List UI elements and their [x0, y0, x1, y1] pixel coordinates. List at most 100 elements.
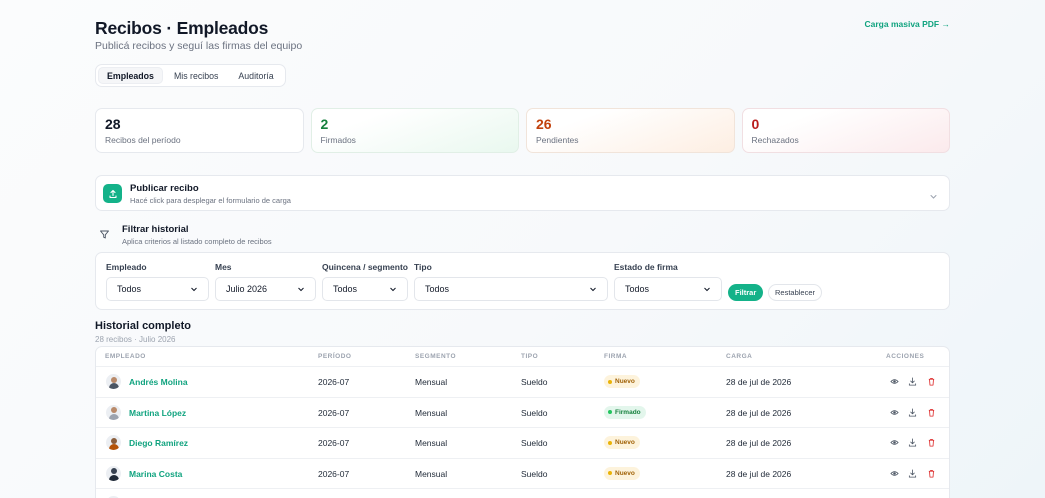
publish-receipt-panel[interactable]: Publicar recibo Hacé click para desplega… [95, 175, 950, 211]
chevron-down-icon [390, 287, 396, 292]
stat-label: Pendientes [536, 135, 579, 145]
type-cell: Sueldo [521, 438, 548, 448]
trash-icon[interactable] [925, 467, 938, 480]
history-table: EMPLEADO PERÍODO SEGMENTO TIPO FIRMA CAR… [95, 346, 950, 498]
table-row [96, 489, 949, 498]
filter-label-status: Estado de firma [614, 262, 678, 272]
stat-card-total: 28 Recibos del período [95, 108, 304, 153]
column-header-type: TIPO [521, 353, 539, 360]
history-subtitle: 28 recibos · Julio 2026 [95, 335, 176, 344]
eye-icon[interactable] [888, 436, 901, 449]
type-select[interactable]: Todos [414, 277, 608, 301]
avatar [106, 465, 121, 481]
stat-label: Recibos del período [105, 135, 181, 145]
select-value: Todos [333, 284, 358, 294]
table-row: Diego Ramírez 2026-07 Mensual Sueldo Nue… [96, 428, 949, 459]
period-cell: 2026-07 [318, 438, 350, 448]
status-badge: Nuevo [604, 466, 640, 480]
tab-empleados[interactable]: Empleados [98, 67, 163, 84]
status-badge: Nuevo [604, 436, 640, 449]
segment-cell: Mensual [415, 377, 448, 387]
upload-date-cell: 28 de jul de 2026 [726, 468, 792, 479]
upload-date-cell: 28 de jul de 2026 [726, 407, 792, 418]
filter-label-employee: Empleado [106, 262, 147, 272]
stat-value: 26 [536, 116, 552, 132]
eye-icon[interactable] [888, 406, 901, 419]
period-cell: 2026-07 [318, 468, 350, 479]
eye-icon[interactable] [888, 467, 901, 480]
bulk-upload-link[interactable]: Carga masiva PDF → [864, 19, 950, 29]
column-header-employee: EMPLEADO [105, 353, 146, 360]
select-value: Todos [425, 284, 450, 294]
trash-icon[interactable] [925, 436, 938, 449]
employee-select[interactable]: Todos [106, 277, 209, 301]
select-value: Todos [625, 284, 650, 294]
tab-mis-recibos[interactable]: Mis recibos [165, 67, 227, 84]
tab-bar: Empleados Mis recibos Auditoría [95, 64, 286, 87]
download-icon[interactable] [906, 375, 919, 388]
type-cell: Sueldo [521, 468, 548, 479]
page-title: Recibos · Empleados [95, 18, 269, 38]
table-row: Andrés Molina 2026-07 Mensual Sueldo Nue… [96, 367, 949, 398]
stat-value: 28 [105, 116, 121, 132]
stat-card-pending: 26 Pendientes [526, 108, 735, 153]
employee-name-link[interactable]: Diego Ramírez [129, 438, 188, 448]
page-subtitle: Publicá recibos y seguí las firmas del e… [95, 40, 303, 52]
stat-card-rejected: 0 Rechazados [741, 108, 950, 153]
history-title: Historial completo [95, 320, 191, 332]
employee-name-link[interactable]: Marina Costa [129, 469, 182, 479]
publish-title: Publicar recibo [130, 183, 199, 194]
chevron-down-icon [298, 287, 304, 292]
employee-name-link[interactable]: Andrés Molina [129, 377, 188, 387]
type-cell: Sueldo [521, 407, 548, 418]
status-select[interactable]: Todos [614, 277, 722, 301]
filter-button[interactable]: Filtrar [728, 284, 764, 301]
column-header-segment: SEGMENTO [415, 353, 457, 360]
avatar [106, 404, 121, 420]
stat-value: 2 [320, 116, 329, 132]
column-header-actions: ACCIONES [886, 353, 925, 360]
trash-icon[interactable] [925, 375, 938, 388]
upload-date-cell: 28 de jul de 2026 [726, 377, 792, 387]
type-cell: Sueldo [521, 377, 548, 387]
status-badge: Firmado [604, 405, 646, 419]
chevron-down-icon [704, 287, 710, 292]
download-icon[interactable] [906, 406, 919, 419]
table-row: Martina López 2026-07 Mensual Sueldo Fir… [96, 398, 949, 428]
stat-card-signed: 2 Firmados [310, 108, 519, 153]
filter-label-month: Mes [215, 262, 232, 272]
reset-button[interactable]: Restablecer [768, 284, 823, 301]
period-cell: 2026-07 [318, 407, 350, 418]
download-icon[interactable] [906, 467, 919, 480]
tab-auditoria[interactable]: Auditoría [229, 67, 282, 84]
table-header: EMPLEADO PERÍODO SEGMENTO TIPO FIRMA CAR… [96, 347, 949, 367]
download-icon[interactable] [906, 436, 919, 449]
month-select[interactable]: Julio 2026 [215, 277, 316, 301]
avatar [106, 374, 121, 389]
eye-icon[interactable] [888, 375, 901, 388]
trash-icon[interactable] [925, 406, 938, 419]
chevron-down-icon[interactable] [929, 188, 938, 206]
publish-description: Hacé click para desplegar el formulario … [130, 196, 291, 205]
filter-panel: Empleado Todos Mes Julio 2026 Quincena /… [95, 252, 950, 310]
stats-row: 28 Recibos del período 2 Firmados 26 Pen… [95, 108, 950, 153]
upload-icon [103, 184, 122, 203]
column-header-signature: FIRMA [604, 353, 628, 360]
employee-name-link[interactable]: Martina López [129, 408, 186, 418]
segment-cell: Mensual [415, 407, 448, 418]
column-header-period: PERÍODO [318, 353, 352, 360]
upload-date-cell: 28 de jul de 2026 [726, 438, 792, 448]
avatar [106, 435, 121, 450]
filter-icon [99, 227, 110, 245]
segment-cell: Mensual [415, 468, 448, 479]
column-header-upload: CARGA [726, 353, 753, 360]
status-badge: Nuevo [604, 375, 640, 388]
stat-value: 0 [751, 116, 760, 132]
chevron-down-icon [191, 287, 197, 292]
stat-label: Firmados [320, 135, 356, 145]
select-value: Julio 2026 [226, 284, 268, 294]
filter-title: Filtrar historial [122, 224, 189, 235]
select-value: Todos [117, 284, 142, 294]
segment-cell: Mensual [415, 438, 448, 448]
segment-select[interactable]: Todos [322, 277, 408, 301]
